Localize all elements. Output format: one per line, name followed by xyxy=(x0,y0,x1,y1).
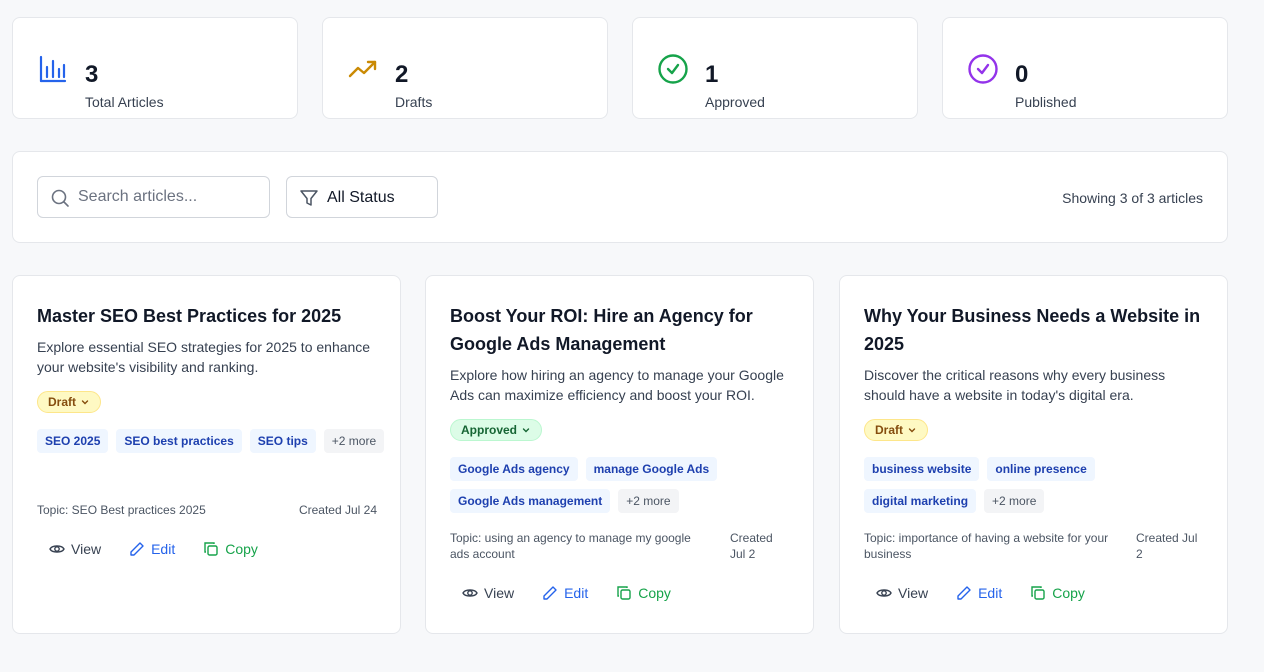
stat-label: Published xyxy=(1015,94,1077,110)
edit-button[interactable]: Edit xyxy=(944,577,1014,609)
tag-list: SEO 2025 SEO best practices SEO tips +2 … xyxy=(37,429,387,453)
edit-button[interactable]: Edit xyxy=(117,533,187,565)
copy-label: Copy xyxy=(638,585,671,601)
tag: manage Google Ads xyxy=(585,457,718,481)
copy-button[interactable]: Copy xyxy=(604,577,683,609)
chevron-down-icon xyxy=(81,400,89,405)
copy-icon xyxy=(617,586,631,600)
tag: digital marketing xyxy=(864,489,977,513)
edit-button[interactable]: Edit xyxy=(530,577,600,609)
article-meta: Topic: using an agency to manage my goog… xyxy=(450,530,790,562)
article-actions: View Edit Copy xyxy=(864,577,1097,609)
view-button[interactable]: View xyxy=(450,577,526,609)
article-card: Why Your Business Needs a Website in 202… xyxy=(839,275,1228,634)
more-tags-badge: +2 more xyxy=(984,489,1045,513)
pencil-icon xyxy=(130,542,144,556)
stat-card-drafts: 2 Drafts xyxy=(322,17,608,119)
search-input[interactable] xyxy=(78,177,266,217)
view-label: View xyxy=(898,585,929,601)
stat-value: 2 xyxy=(395,61,409,88)
pencil-icon xyxy=(957,586,971,600)
article-topic: Topic: using an agency to manage my goog… xyxy=(450,531,691,561)
bar-chart-icon xyxy=(39,55,67,83)
stat-value: 0 xyxy=(1015,61,1029,88)
results-count: Showing 3 of 3 articles xyxy=(1062,190,1203,206)
article-description: Explore how hiring an agency to manage y… xyxy=(450,367,784,403)
view-label: View xyxy=(484,585,515,601)
trending-up-icon xyxy=(348,60,377,78)
status-dropdown[interactable]: Approved xyxy=(450,419,543,441)
tag: Google Ads agency xyxy=(450,457,578,481)
article-description: Discover the critical reasons why every … xyxy=(864,367,1166,403)
filter-toolbar: All Status Showing 3 of 3 articles xyxy=(12,151,1228,243)
article-title[interactable]: Master SEO Best Practices for 2025 xyxy=(37,302,387,330)
stat-card-total: 3 Total Articles xyxy=(12,17,298,119)
check-circle-icon xyxy=(658,54,688,84)
tag: online presence xyxy=(987,457,1095,481)
stat-card-published: 0 Published xyxy=(942,17,1228,119)
stat-label: Approved xyxy=(705,94,765,110)
tag: business website xyxy=(864,457,980,481)
tag-list: Google Ads agency manage Google Ads Goog… xyxy=(450,457,800,513)
copy-label: Copy xyxy=(1052,585,1085,601)
article-topic: Topic: importance of having a website fo… xyxy=(864,531,1109,561)
edit-label: Edit xyxy=(151,541,176,557)
stat-value: 1 xyxy=(705,61,719,88)
status-label: Draft xyxy=(48,395,77,409)
copy-icon xyxy=(204,542,218,556)
copy-button[interactable]: Copy xyxy=(1018,577,1097,609)
status-label: Draft xyxy=(875,423,904,437)
article-actions: View Edit Copy xyxy=(450,577,683,609)
filter-icon xyxy=(300,190,318,206)
article-description: Explore essential SEO strategies for 202… xyxy=(37,339,371,375)
more-tags-badge: +2 more xyxy=(618,489,679,513)
chevron-down-icon xyxy=(908,428,916,433)
stat-label: Drafts xyxy=(395,94,433,110)
status-filter-select[interactable]: All Status xyxy=(286,176,438,218)
article-meta: Topic: importance of having a website fo… xyxy=(864,530,1204,562)
edit-label: Edit xyxy=(978,585,1003,601)
chevron-down-icon xyxy=(522,428,530,433)
article-title[interactable]: Boost Your ROI: Hire an Agency for Googl… xyxy=(450,302,800,358)
view-button[interactable]: View xyxy=(37,533,113,565)
status-label: Approved xyxy=(461,423,518,437)
eye-icon xyxy=(462,589,478,597)
more-tags-badge: +2 more xyxy=(323,429,385,453)
article-meta: Topic: SEO Best practices 2025 Created J… xyxy=(37,502,377,518)
article-title[interactable]: Why Your Business Needs a Website in 202… xyxy=(864,302,1214,358)
status-filter-value: All Status xyxy=(327,189,395,206)
article-created-date: Created Jul 24 xyxy=(298,503,377,517)
tag: SEO best practices xyxy=(116,429,242,453)
eye-icon xyxy=(49,545,65,553)
article-actions: View Edit Copy xyxy=(37,533,270,565)
copy-button[interactable]: Copy xyxy=(191,533,270,565)
article-created-date: Created Jul 2 xyxy=(1136,531,1198,561)
copy-label: Copy xyxy=(225,541,258,557)
stat-label: Total Articles xyxy=(85,94,164,110)
article-card: Boost Your ROI: Hire an Agency for Googl… xyxy=(425,275,814,634)
edit-label: Edit xyxy=(564,585,589,601)
tag: Google Ads management xyxy=(450,489,611,513)
pencil-icon xyxy=(543,586,557,600)
search-icon xyxy=(51,189,69,207)
search-box[interactable] xyxy=(37,176,270,218)
view-label: View xyxy=(71,541,102,557)
tag-list: business website online presence digital… xyxy=(864,457,1214,513)
view-button[interactable]: View xyxy=(864,577,940,609)
tag: SEO tips xyxy=(249,429,316,453)
stat-value: 3 xyxy=(85,61,99,88)
tag: SEO 2025 xyxy=(37,429,109,453)
status-dropdown[interactable]: Draft xyxy=(864,419,929,441)
stat-card-approved: 1 Approved xyxy=(632,17,918,119)
article-card: Master SEO Best Practices for 2025 Explo… xyxy=(12,275,401,634)
status-dropdown[interactable]: Draft xyxy=(37,391,102,413)
article-topic: Topic: SEO Best practices 2025 xyxy=(37,503,206,517)
eye-icon xyxy=(876,589,892,597)
article-created-date: Created Jul 2 xyxy=(730,531,773,561)
copy-icon xyxy=(1031,586,1045,600)
check-circle-icon xyxy=(968,54,998,84)
